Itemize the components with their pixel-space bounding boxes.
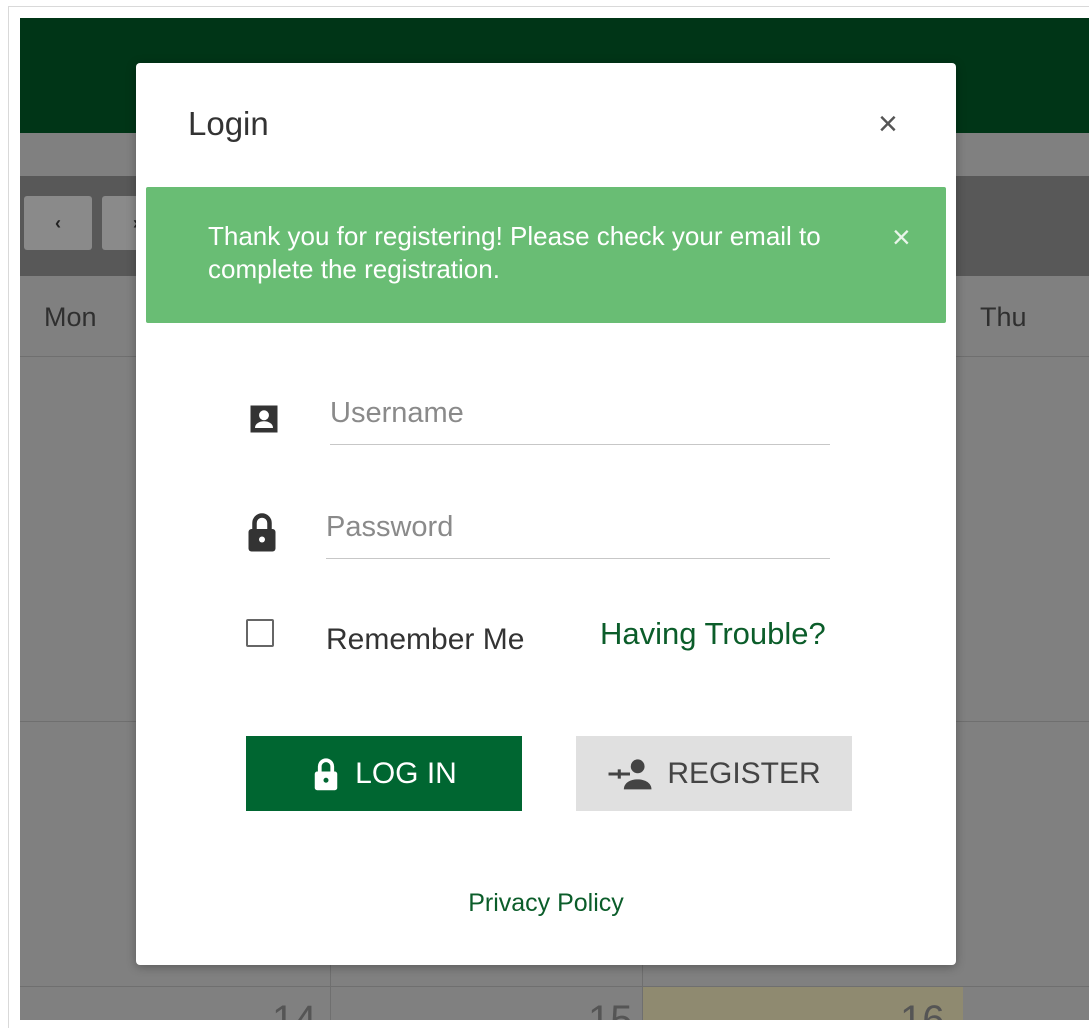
prev-button[interactable]: ‹ (24, 196, 92, 250)
close-icon[interactable]: × (878, 107, 898, 141)
user-badge-icon (246, 401, 282, 442)
date-number: 15 (588, 998, 633, 1020)
register-button[interactable]: REGISTER (576, 736, 852, 811)
remember-me-label[interactable]: Remember Me (326, 618, 526, 662)
add-user-icon (607, 757, 653, 791)
username-input[interactable] (330, 397, 830, 445)
lock-icon (244, 511, 280, 558)
login-button[interactable]: LOG IN (246, 736, 522, 811)
privacy-policy-link[interactable]: Privacy Policy (136, 889, 956, 918)
password-input[interactable] (326, 511, 830, 559)
day-label-thu: Thu (980, 302, 1027, 332)
lock-icon (311, 755, 341, 793)
success-alert: Thank you for registering! Please check … (146, 187, 946, 323)
login-modal: Login × Thank you for registering! Pleas… (136, 63, 956, 965)
register-button-label: REGISTER (667, 756, 821, 790)
having-trouble-link[interactable]: Having Trouble? (600, 616, 826, 652)
remember-me-checkbox[interactable] (246, 619, 274, 647)
alert-close-icon[interactable]: × (892, 221, 911, 253)
login-button-label: LOG IN (355, 756, 457, 790)
date-number: 14 (272, 998, 317, 1020)
alert-message: Thank you for registering! Please check … (208, 221, 821, 284)
day-label-mon: Mon (44, 302, 97, 332)
date-number: 16 (900, 998, 945, 1020)
modal-title: Login (188, 105, 269, 142)
